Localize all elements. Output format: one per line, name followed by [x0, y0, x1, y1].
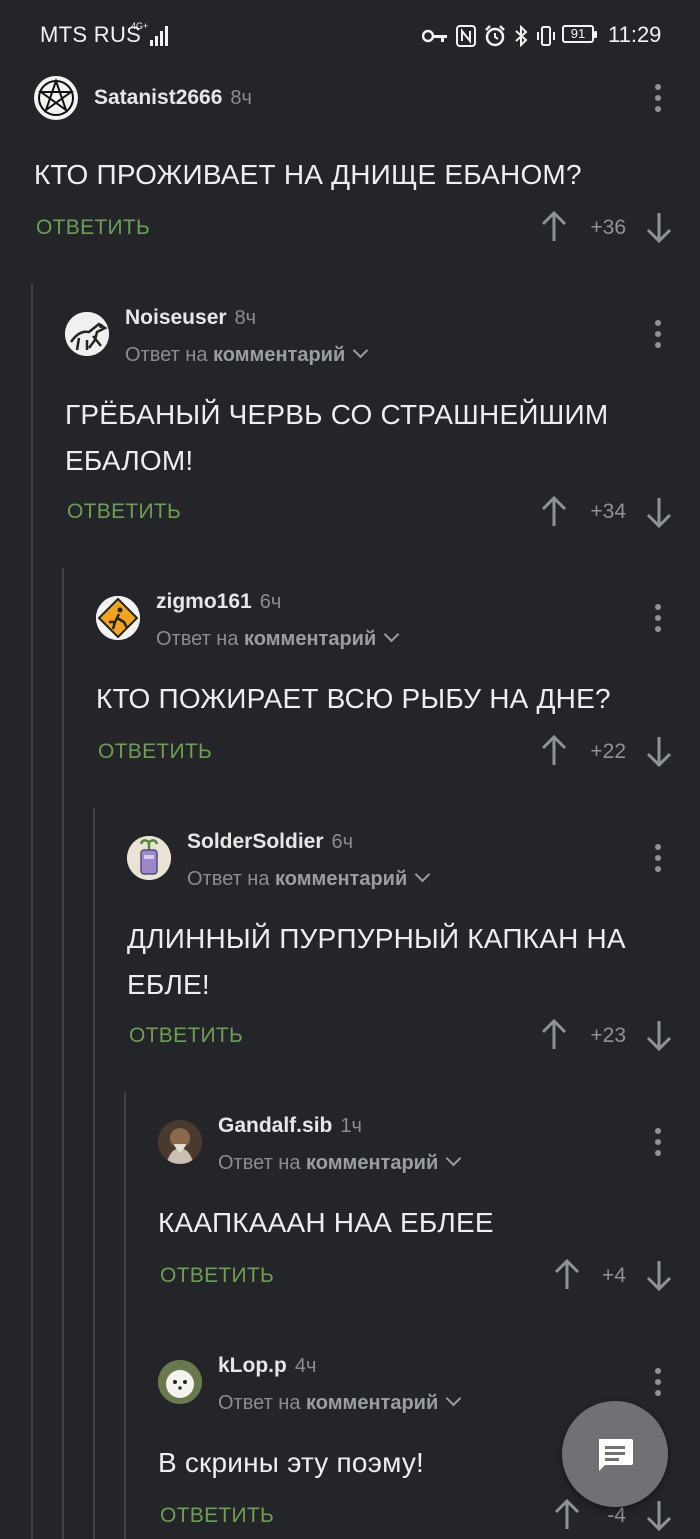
nfc-icon [456, 25, 476, 47]
status-icons [422, 24, 556, 48]
clock: 11:29 [608, 22, 662, 47]
upvote-arrow-icon[interactable] [540, 211, 568, 243]
avatar[interactable] [158, 1120, 202, 1164]
plant-robot-icon [127, 836, 171, 880]
reply-button[interactable]: ОТВЕТИТЬ [160, 1264, 274, 1288]
status-bar: MTS RUS 4G+ 91 11:29 [0, 0, 700, 70]
reply-to-link[interactable]: Ответ на комментарий [156, 626, 400, 651]
upvote-arrow-icon[interactable] [540, 735, 568, 767]
score: +36 [590, 216, 626, 239]
upvote-arrow-icon[interactable] [540, 496, 568, 528]
comment-text: ДЛИННЫЙ ПУРПУРНЫЙ КАПКАН НА ЕБЛЕ! [127, 923, 626, 1000]
username[interactable]: Noiseuser 8ч [125, 306, 256, 330]
downvote-arrow-icon[interactable] [645, 1499, 673, 1531]
downvote-arrow-icon[interactable] [645, 211, 673, 243]
downvote-arrow-icon[interactable] [645, 1019, 673, 1051]
chevron-down-icon [383, 626, 400, 643]
comment-text: КААПКААAН НАА ЕБЛЕЕ [158, 1207, 494, 1238]
score: +23 [590, 1024, 626, 1047]
avatar[interactable] [65, 312, 109, 356]
alarm-icon [485, 25, 505, 47]
username[interactable]: zigmo161 6ч [156, 590, 281, 614]
thread-line [62, 568, 64, 1539]
more-options-icon[interactable] [655, 604, 661, 632]
avatar[interactable] [127, 836, 171, 880]
comment-time: 1ч [340, 1115, 362, 1137]
reply-button[interactable]: ОТВЕТИТЬ [98, 740, 212, 764]
wizard-avatar-icon [158, 1120, 202, 1164]
signal-icon [150, 26, 168, 46]
comment-icon [599, 1439, 633, 1471]
more-options-icon[interactable] [655, 320, 661, 348]
write-comment-button[interactable] [562, 1401, 668, 1507]
comment-time: 8ч [230, 87, 252, 109]
comment-text: В скрины эту поэму! [158, 1447, 425, 1478]
battery-icon: 91 [562, 25, 597, 43]
warning-sign-icon [96, 596, 140, 640]
downvote-arrow-icon[interactable] [645, 496, 673, 528]
avatar[interactable] [96, 596, 140, 640]
reply-to-link[interactable]: Ответ на комментарий [218, 1390, 462, 1415]
key-icon [422, 29, 447, 43]
dinosaur-skeleton-icon [65, 312, 109, 356]
reply-button[interactable]: ОТВЕТИТЬ [67, 500, 181, 524]
reply-to-link[interactable]: Ответ на комментарий [187, 866, 431, 891]
score: -4 [607, 1504, 626, 1527]
downvote-arrow-icon[interactable] [645, 1259, 673, 1291]
more-options-icon[interactable] [655, 1128, 661, 1156]
bluetooth-icon [515, 25, 528, 47]
chevron-down-icon [445, 1150, 462, 1167]
avatar[interactable] [158, 1360, 202, 1404]
chevron-down-icon [352, 342, 369, 359]
chevron-down-icon [445, 1390, 462, 1407]
carrier-label: MTS RUS [40, 22, 142, 47]
downvote-arrow-icon[interactable] [645, 735, 673, 767]
reply-to-link[interactable]: Ответ на комментарий [218, 1150, 462, 1175]
thread-line [93, 808, 95, 1539]
more-options-icon[interactable] [655, 1368, 661, 1396]
username[interactable]: SolderSoldier 6ч [187, 830, 353, 854]
comment-text: ГРЁБАНЫЙ ЧЕРВЬ СО СТРАШНЕЙШИМ ЕБАЛОМ! [65, 399, 609, 476]
comment-time: 6ч [259, 591, 282, 613]
thread-line [124, 1092, 126, 1539]
thread-line [31, 284, 33, 1539]
comment-text: КТО ПРОЖИВАЕТ НА ДНИЩЕ ЕБАНОМ? [34, 159, 582, 190]
username[interactable]: Gandalf.sib 1ч [218, 1114, 362, 1138]
comment-time: 4ч [294, 1355, 317, 1377]
score: +34 [590, 500, 626, 523]
reply-button[interactable]: ОТВЕТИТЬ [129, 1024, 243, 1048]
vibrate-icon [537, 26, 555, 46]
chevron-down-icon [414, 866, 431, 883]
more-options-icon[interactable] [655, 84, 661, 112]
upvote-arrow-icon[interactable] [540, 1019, 568, 1051]
fluffy-animal-icon [158, 1360, 202, 1404]
pentagram-icon [35, 77, 77, 119]
reply-to-link[interactable]: Ответ на комментарий [125, 342, 369, 367]
divider [0, 62, 700, 63]
comment-text: КТО ПОЖИРАЕТ ВСЮ РЫБУ НА ДНЕ? [96, 683, 611, 714]
avatar[interactable] [34, 76, 78, 120]
comment-time: 6ч [331, 831, 354, 853]
score: +4 [602, 1264, 626, 1287]
username[interactable]: Satanist2666 8ч [94, 86, 252, 110]
username[interactable]: kLop.p 4ч [218, 1354, 316, 1378]
network-type: 4G+ [131, 21, 149, 31]
reply-button[interactable]: ОТВЕТИТЬ [36, 216, 150, 240]
more-options-icon[interactable] [655, 844, 661, 872]
reply-button[interactable]: ОТВЕТИТЬ [160, 1504, 274, 1528]
comment-time: 8ч [234, 307, 257, 329]
score: +22 [590, 740, 626, 763]
